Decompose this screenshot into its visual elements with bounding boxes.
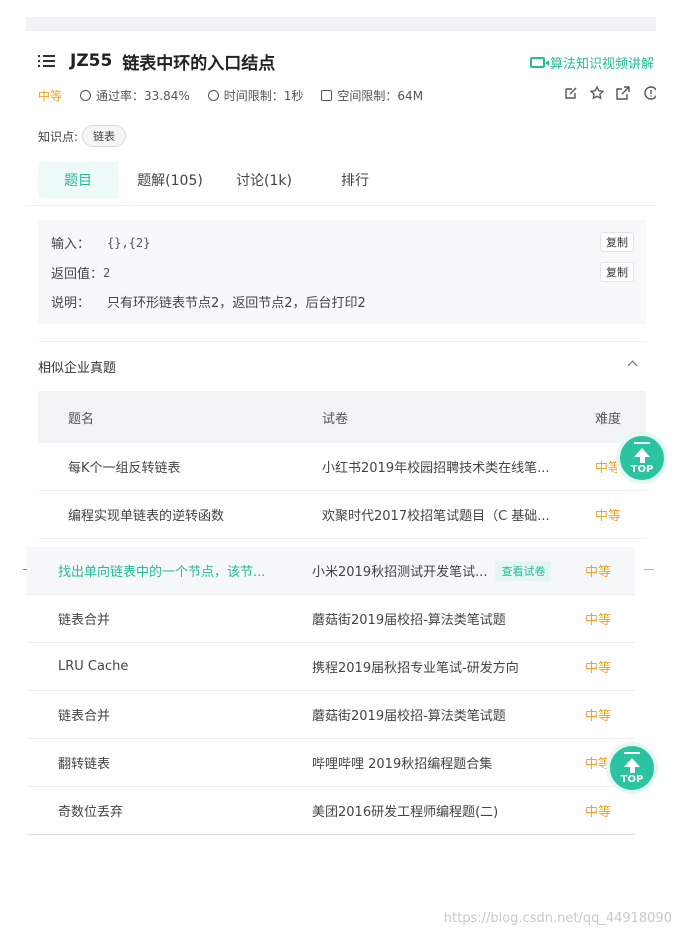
problem-meta: 中等 通过率：33.84% 时间限制：1秒 空间限制：64M	[38, 86, 656, 104]
arrow-up-icon	[624, 757, 640, 767]
row-difficulty: 中等	[585, 565, 612, 580]
problem-tabs: 题目 题解(105) 讨论(1k) 排行	[38, 162, 656, 198]
row-difficulty: 中等	[585, 661, 612, 676]
table-row[interactable]: 链表合并 蘑菇街2019届校招-算法类笔试题 中等	[27, 691, 635, 739]
row-difficulty: 中等	[585, 709, 612, 724]
knowledge-tags: 知识点: 链表	[38, 125, 127, 147]
row-paper[interactable]: 哔哩哔哩 2019秋招编程题合集	[312, 739, 492, 786]
space-limit: 空间限制：64M	[321, 87, 423, 104]
row-paper[interactable]: 美团2016研发工程师编程题(二)	[312, 787, 498, 834]
similar-section-header[interactable]: 相似企业真题	[38, 356, 646, 376]
info-icon[interactable]	[642, 86, 656, 100]
table-row[interactable]: LRU Cache 携程2019届秋招专业笔试-研发方向 中等	[27, 643, 635, 691]
tab-problem[interactable]: 题目	[38, 162, 118, 198]
table-row[interactable]: 翻转链表 哔哩哔哩 2019秋招编程题合集 中等	[27, 739, 635, 787]
output-label: 返回值：	[51, 267, 104, 282]
problem-code: JZ55	[70, 51, 113, 71]
row-paper[interactable]: 蘑菇街2019届校招-算法类笔试题	[312, 691, 506, 738]
row-paper[interactable]: 小米2019秋招测试开发笔试...	[312, 561, 487, 580]
column-paper: 试卷	[322, 411, 349, 427]
share-icon[interactable]	[616, 86, 630, 100]
row-name[interactable]: 链表合并	[58, 595, 110, 642]
star-icon[interactable]	[590, 86, 604, 100]
time-limit-text: 时间限制：1秒	[223, 88, 304, 103]
watermark-url: https://blog.csdn.net/qq_44918090	[443, 911, 672, 926]
row-difficulty: 中等	[595, 509, 622, 524]
problem-header: JZ55 链表中环的入口结点 算法知识视频讲解	[38, 46, 656, 76]
tags-label: 知识点:	[38, 129, 79, 144]
row-name[interactable]: LRU Cache	[58, 643, 128, 690]
arrow-stem-icon	[629, 766, 635, 773]
row-edge-marker	[644, 569, 654, 570]
space-limit-text: 空间限制：64M	[337, 88, 424, 103]
table-row[interactable]: 奇数位丢弃 美团2016研发工程师编程题(二) 中等	[27, 787, 635, 835]
row-paper-cell: 小米2019秋招测试开发笔试... 查看试卷	[312, 547, 572, 594]
example-box: 输入： {},{2} 复制 返回值： 2 复制 说明： 只有环形链表节点2，返回…	[38, 220, 646, 324]
difficulty-badge: 中等	[38, 88, 63, 103]
pass-rate-text: 通过率：33.84%	[96, 88, 190, 103]
column-name: 题名	[68, 411, 95, 427]
tab-discussion[interactable]: 讨论(1k)	[222, 162, 306, 198]
tab-solutions[interactable]: 题解(105)	[118, 162, 222, 198]
input-value: {},{2}	[107, 235, 151, 250]
back-to-top-button[interactable]: TOP	[616, 432, 668, 484]
back-to-top-button[interactable]: TOP	[606, 742, 658, 794]
table-row[interactable]: 编程实现单链表的逆转函数 欢聚时代2017校招笔试题目（C 基础... 中等	[38, 491, 646, 539]
row-name[interactable]: 每K个一组反转链表	[68, 443, 308, 490]
tabs-divider	[26, 205, 656, 206]
time-limit: 时间限制：1秒	[207, 87, 304, 104]
row-difficulty: 中等	[585, 613, 612, 628]
row-paper[interactable]: 小红书2019年校园招聘技术类在线笔...	[322, 443, 572, 490]
row-difficulty: 中等	[585, 757, 607, 772]
copy-input-button[interactable]: 复制	[600, 232, 634, 252]
example-output: 返回值： 2	[51, 263, 111, 283]
tag-linked-list[interactable]: 链表	[82, 125, 127, 147]
row-difficulty: 中等	[595, 461, 617, 476]
row-name[interactable]: 奇数位丢弃	[58, 787, 123, 834]
video-camera-icon	[530, 57, 549, 68]
input-label: 输入：	[51, 237, 91, 252]
copy-output-button[interactable]: 复制	[600, 262, 634, 282]
example-description: 说明： 只有环形链表节点2，返回节点2，后台打印2	[51, 292, 366, 311]
row-name[interactable]: 翻转链表	[58, 739, 110, 786]
row-name[interactable]: 找出单向链表中的一个节点，该节...	[58, 547, 286, 594]
top-line-icon	[624, 751, 640, 754]
top-strip	[26, 17, 656, 31]
view-paper-button[interactable]: 查看试卷	[495, 560, 552, 581]
description-label: 说明：	[51, 296, 91, 311]
table-row[interactable]: 找出单向链表中的一个节点，该节... 小米2019秋招测试开发笔试... 查看试…	[27, 547, 635, 595]
row-paper[interactable]: 欢聚时代2017校招笔试题目（C 基础...	[322, 491, 572, 538]
clock-icon	[207, 89, 219, 101]
section-divider	[38, 341, 646, 342]
pass-rate: 通过率：33.84%	[80, 87, 190, 104]
row-difficulty: 中等	[585, 805, 612, 820]
row-name[interactable]: 链表合并	[58, 691, 110, 738]
arrow-stem-icon	[639, 456, 645, 463]
check-circle-icon	[80, 89, 92, 101]
row-paper[interactable]: 携程2019届秋招专业笔试-研发方向	[312, 643, 519, 690]
description-value: 只有环形链表节点2，返回节点2，后台打印2	[107, 296, 366, 311]
tab-ranking[interactable]: 排行	[306, 162, 404, 198]
column-difficulty: 难度	[595, 411, 622, 427]
page-title: 链表中环的入口结点	[122, 53, 276, 74]
problem-actions	[564, 86, 656, 100]
output-value: 2	[103, 265, 111, 280]
chip-icon	[321, 89, 333, 101]
similar-section-title: 相似企业真题	[38, 360, 117, 376]
row-name[interactable]: 编程实现单链表的逆转函数	[68, 491, 308, 538]
row-paper[interactable]: 蘑菇街2019届校招-算法类笔试题	[312, 595, 506, 642]
top-line-icon	[634, 441, 650, 444]
table-row[interactable]: 链表合并 蘑菇街2019届校招-算法类笔试题 中等	[27, 595, 635, 643]
video-lecture-label: 算法知识视频讲解	[550, 57, 655, 72]
table-header: 题名 试卷 难度	[38, 391, 646, 443]
edit-icon[interactable]	[564, 86, 578, 100]
arrow-up-icon	[634, 447, 650, 457]
example-input: 输入： {},{2}	[51, 233, 151, 253]
top-label: TOP	[620, 773, 644, 785]
table-row[interactable]: 每K个一组反转链表 小红书2019年校园招聘技术类在线笔... 中等	[38, 443, 646, 491]
chevron-up-icon[interactable]	[627, 360, 638, 371]
video-lecture-link[interactable]: 算法知识视频讲解	[530, 53, 656, 72]
top-label: TOP	[630, 463, 654, 475]
list-icon[interactable]	[38, 54, 56, 68]
